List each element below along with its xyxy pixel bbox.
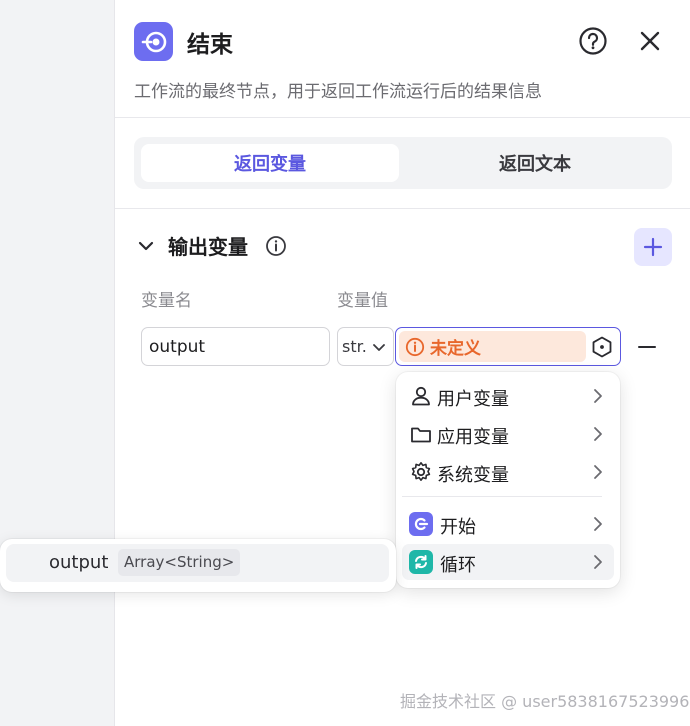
info-icon[interactable] — [265, 235, 287, 257]
undefined-value-tag[interactable]: 未定义 — [399, 331, 586, 362]
chevron-right-icon — [594, 427, 602, 441]
plus-icon — [643, 237, 663, 257]
variable-picker-icon[interactable] — [590, 335, 614, 359]
undefined-value-label: 未定义 — [430, 339, 481, 359]
chevron-right-icon — [594, 389, 602, 403]
chevron-right-icon — [594, 465, 602, 479]
tab-return-text[interactable]: 返回文本 — [406, 144, 664, 182]
return-mode-tabs: 返回变量 返回文本 — [134, 137, 672, 189]
end-node-icon — [134, 22, 173, 61]
dropdown-item-app-variables[interactable]: 应用变量 — [402, 416, 614, 452]
column-header-name: 变量名 — [141, 291, 192, 311]
header-divider — [115, 117, 690, 118]
end-node-panel: 结束 工作流的最终节点，用于返回工作流运行后的结果信息 返回变量 返回文本 输出… — [114, 0, 690, 726]
chevron-down-icon[interactable] — [137, 237, 155, 255]
variable-value-field[interactable]: 未定义 — [395, 327, 621, 366]
start-node-icon — [409, 512, 433, 536]
dropdown-item-label: 系统变量 — [437, 465, 509, 486]
variable-name-input[interactable] — [141, 327, 330, 366]
column-header-value: 变量值 — [337, 291, 388, 311]
output-variables-title: 输出变量 — [168, 235, 248, 259]
variable-type-value: str. — [342, 337, 367, 356]
submenu-variable-name: output — [49, 552, 109, 573]
submenu-variable-type: Array<String> — [118, 549, 241, 576]
loop-node-icon — [409, 550, 433, 574]
tab-return-variables[interactable]: 返回变量 — [141, 144, 399, 182]
section-divider — [115, 208, 690, 209]
dropdown-item-start-node[interactable]: 开始 — [402, 506, 614, 542]
folder-icon — [411, 427, 431, 443]
help-circle-icon[interactable] — [578, 26, 608, 56]
minus-icon — [638, 346, 656, 348]
canvas-background — [0, 0, 114, 726]
dropdown-item-label: 循环 — [440, 555, 476, 576]
close-icon[interactable] — [637, 28, 663, 54]
dropdown-divider — [402, 496, 602, 497]
panel-title: 结束 — [187, 32, 233, 58]
dropdown-item-loop-node[interactable]: 循环 — [402, 544, 614, 580]
remove-variable-button[interactable] — [637, 337, 657, 357]
dropdown-item-system-variables[interactable]: 系统变量 — [402, 454, 614, 490]
variable-type-select[interactable]: str. — [337, 327, 394, 366]
chevron-right-icon — [594, 517, 602, 531]
panel-description: 工作流的最终节点，用于返回工作流运行后的结果信息 — [134, 82, 542, 102]
gear-icon — [411, 462, 431, 481]
submenu-item-output[interactable]: output Array<String> — [6, 544, 389, 582]
dropdown-item-user-variables[interactable]: 用户变量 — [402, 378, 614, 414]
watermark: 掘金技术社区 @ user5838167523996 — [400, 692, 690, 711]
variable-source-dropdown: 用户变量 应用变量 系统变量 开始 循环 — [396, 372, 620, 588]
chevron-right-icon — [594, 555, 602, 569]
dropdown-item-label: 开始 — [440, 517, 476, 538]
dropdown-item-label: 用户变量 — [437, 389, 509, 410]
panel-header: 结束 — [134, 22, 690, 62]
user-icon — [412, 386, 430, 406]
loop-output-submenu: output Array<String> — [0, 539, 396, 592]
chevron-down-icon — [372, 343, 385, 351]
dropdown-item-label: 应用变量 — [437, 427, 509, 448]
warning-info-icon — [405, 337, 425, 356]
add-variable-button[interactable] — [634, 228, 672, 266]
